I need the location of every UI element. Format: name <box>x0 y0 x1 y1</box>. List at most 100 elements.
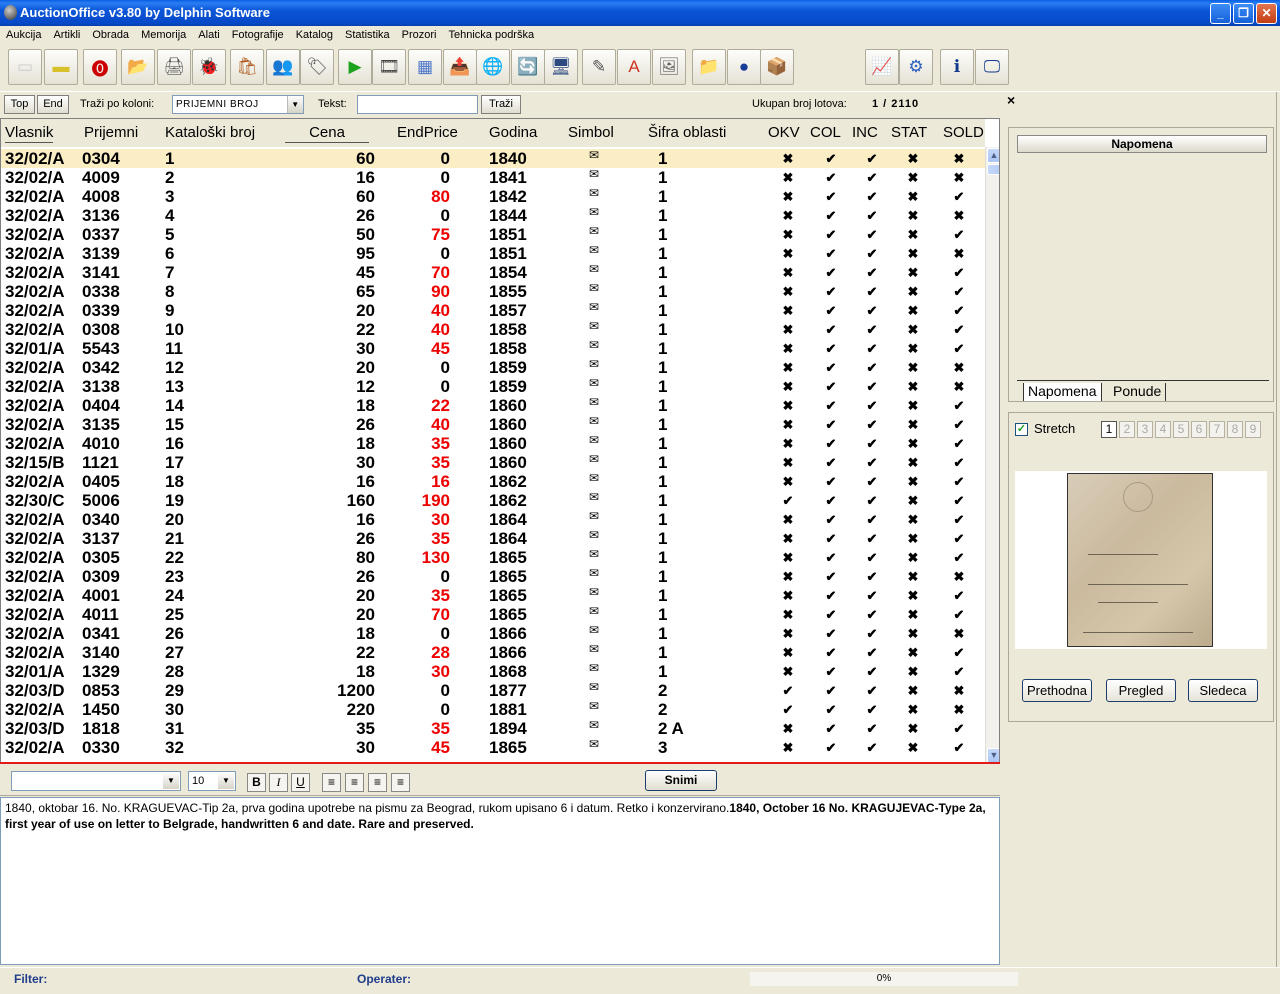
check-icon[interactable]: ✔ <box>865 339 879 358</box>
tab-ponude[interactable]: Ponude <box>1109 383 1167 401</box>
cross-icon[interactable]: ✖ <box>906 681 920 700</box>
check-icon[interactable]: ✔ <box>952 719 966 738</box>
cross-icon[interactable]: ✖ <box>952 358 966 377</box>
cross-icon[interactable]: ✖ <box>906 529 920 548</box>
cross-icon[interactable]: ✖ <box>906 719 920 738</box>
photo-page-1[interactable]: 1 <box>1101 421 1117 438</box>
printer-icon[interactable]: 🖨 <box>157 49 191 85</box>
check-icon[interactable]: ✔ <box>824 377 838 396</box>
check-icon[interactable]: ✔ <box>952 643 966 662</box>
cross-icon[interactable]: ✖ <box>952 624 966 643</box>
font-select[interactable]: ▼ <box>11 771 181 791</box>
check-icon[interactable]: ✔ <box>865 187 879 206</box>
tag-icon[interactable]: 🏷 <box>300 49 334 85</box>
check-icon[interactable]: ✔ <box>952 586 966 605</box>
search-input[interactable] <box>357 95 478 114</box>
cross-icon[interactable]: ✖ <box>906 605 920 624</box>
scroll-thumb[interactable] <box>987 164 999 175</box>
cross-icon[interactable]: ✖ <box>952 700 966 719</box>
cross-icon[interactable]: ✖ <box>906 396 920 415</box>
table-row[interactable]: 32/02/A 0309 23 26 0 1865 1 ✉ ✖ ✔ ✔ ✖ ✖ <box>1 566 985 586</box>
cross-icon[interactable]: ✖ <box>906 472 920 491</box>
cross-icon[interactable]: ✖ <box>906 168 920 187</box>
table-row[interactable]: 32/03/D 0853 29 1200 0 1877 2 ✉ ✔ ✔ ✔ ✖ ✖ <box>1 680 985 700</box>
check-icon[interactable]: ✔ <box>952 472 966 491</box>
close-button[interactable]: ✕ <box>1256 3 1277 24</box>
table-row[interactable]: 32/02/A 0338 8 65 90 1855 1 ✉ ✖ ✔ ✔ ✖ ✔ <box>1 281 985 301</box>
italic-button[interactable]: I <box>269 773 288 792</box>
table-row[interactable]: 32/01/A 5543 11 30 45 1858 1 ✉ ✖ ✔ ✔ ✖ ✔ <box>1 338 985 358</box>
check-icon[interactable]: ✔ <box>865 263 879 282</box>
table-row[interactable]: 32/02/A 3136 4 26 0 1844 1 ✉ ✖ ✔ ✔ ✖ ✖ <box>1 205 985 225</box>
cross-icon[interactable]: ✖ <box>906 149 920 168</box>
photo-page-9[interactable]: 9 <box>1245 421 1261 438</box>
check-icon[interactable]: ✔ <box>824 453 838 472</box>
check-icon[interactable]: ✔ <box>952 605 966 624</box>
check-icon[interactable]: ✔ <box>952 738 966 757</box>
check-icon[interactable]: ✔ <box>824 510 838 529</box>
cross-icon[interactable]: ✖ <box>781 168 795 187</box>
check-icon[interactable]: ✔ <box>824 605 838 624</box>
check-icon[interactable]: ✔ <box>824 529 838 548</box>
align-center-icon[interactable]: ≡ <box>345 773 364 792</box>
check-icon[interactable]: ✔ <box>865 301 879 320</box>
table-row[interactable]: 32/02/A 3139 6 95 0 1851 1 ✉ ✖ ✔ ✔ ✖ ✖ <box>1 243 985 263</box>
cross-icon[interactable]: ✖ <box>781 358 795 377</box>
vertical-scrollbar[interactable]: ▲ ▼ <box>985 147 999 762</box>
new-doc-icon[interactable]: ▭ <box>8 49 42 85</box>
check-icon[interactable]: ✔ <box>824 681 838 700</box>
lot-photo[interactable] <box>1067 473 1213 647</box>
check-icon[interactable]: ✔ <box>781 700 795 719</box>
cross-icon[interactable]: ✖ <box>952 168 966 187</box>
table-row[interactable]: 32/02/A 0304 1 60 0 1840 1 ✉ ✖ ✔ ✔ ✖ ✖ <box>1 148 985 168</box>
header-col[interactable]: COL <box>810 124 841 142</box>
table-row[interactable]: 32/02/A 4008 3 60 80 1842 1 ✉ ✖ ✔ ✔ ✖ ✔ <box>1 186 985 206</box>
font-icon[interactable]: A <box>617 49 651 85</box>
cross-icon[interactable]: ✖ <box>781 225 795 244</box>
header-cena[interactable]: Cena <box>285 124 369 143</box>
check-icon[interactable]: ✔ <box>824 244 838 263</box>
check-icon[interactable]: ✔ <box>781 681 795 700</box>
cross-icon[interactable]: ✖ <box>906 225 920 244</box>
table-row[interactable]: 32/01/A 1329 28 18 30 1868 1 ✉ ✖ ✔ ✔ ✖ ✔ <box>1 661 985 681</box>
photo-page-2[interactable]: 2 <box>1119 421 1135 438</box>
photo-page-5[interactable]: 5 <box>1173 421 1189 438</box>
cross-icon[interactable]: ✖ <box>781 320 795 339</box>
table-row[interactable]: 32/02/A 0339 9 20 40 1857 1 ✉ ✖ ✔ ✔ ✖ ✔ <box>1 300 985 320</box>
chart-icon[interactable]: 📈 <box>865 49 899 85</box>
cross-icon[interactable]: ✖ <box>906 282 920 301</box>
check-icon[interactable]: ✔ <box>865 529 879 548</box>
photo-page-6[interactable]: 6 <box>1191 421 1207 438</box>
scroll-up-icon[interactable]: ▲ <box>987 148 999 163</box>
check-icon[interactable]: ✔ <box>952 187 966 206</box>
check-icon[interactable]: ✔ <box>781 491 795 510</box>
check-icon[interactable]: ✔ <box>865 567 879 586</box>
menu-item-1[interactable]: Artikli <box>47 26 86 45</box>
check-icon[interactable]: ✔ <box>865 491 879 510</box>
check-icon[interactable]: ✔ <box>952 548 966 567</box>
check-icon[interactable]: ✔ <box>824 168 838 187</box>
settings-icon[interactable]: ⚙ <box>899 49 933 85</box>
tab-napomena[interactable]: Napomena <box>1023 383 1102 401</box>
check-icon[interactable]: ✔ <box>824 339 838 358</box>
align-justify-icon[interactable]: ≡ <box>391 773 410 792</box>
cross-icon[interactable]: ✖ <box>781 472 795 491</box>
save-button[interactable]: Snimi <box>645 770 717 791</box>
box-icon[interactable]: 📦 <box>760 49 794 85</box>
table-row[interactable]: 32/02/A 3138 13 12 0 1859 1 ✉ ✖ ✔ ✔ ✖ ✖ <box>1 376 985 396</box>
cross-icon[interactable]: ✖ <box>781 434 795 453</box>
check-icon[interactable]: ✔ <box>824 491 838 510</box>
cross-icon[interactable]: ✖ <box>952 377 966 396</box>
cross-icon[interactable]: ✖ <box>781 453 795 472</box>
header-sold[interactable]: SOLD <box>943 124 984 142</box>
check-icon[interactable]: ✔ <box>952 282 966 301</box>
check-icon[interactable]: ✔ <box>865 510 879 529</box>
cross-icon[interactable]: ✖ <box>781 187 795 206</box>
bold-button[interactable]: B <box>247 773 266 792</box>
photo-page-3[interactable]: 3 <box>1137 421 1153 438</box>
table-row[interactable]: 32/02/A 4001 24 20 35 1865 1 ✉ ✖ ✔ ✔ ✖ ✔ <box>1 585 985 605</box>
check-icon[interactable]: ✔ <box>824 548 838 567</box>
check-icon[interactable]: ✔ <box>865 738 879 757</box>
check-icon[interactable]: ✔ <box>865 320 879 339</box>
table-row[interactable]: 32/02/A 1450 30 220 0 1881 2 ✉ ✔ ✔ ✔ ✖ ✖ <box>1 699 985 719</box>
